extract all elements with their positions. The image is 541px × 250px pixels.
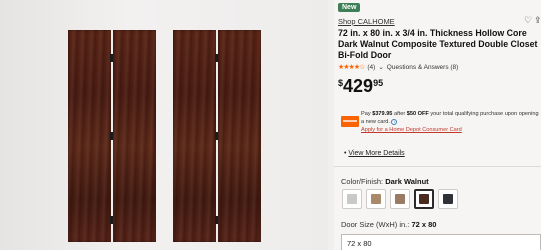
swatch-chip bbox=[395, 194, 405, 204]
chevron-down-icon[interactable]: ⌄ bbox=[378, 63, 383, 71]
color-finish-label: Color/Finish: Dark Walnut bbox=[341, 177, 429, 186]
product-image-gallery[interactable] bbox=[0, 0, 328, 250]
new-badge: New bbox=[338, 3, 361, 12]
color-selected-value: Dark Walnut bbox=[385, 177, 429, 186]
size-label-text: Door Size (WxH) in.: bbox=[341, 220, 412, 229]
price-dollars: 429 bbox=[343, 76, 374, 96]
credit-card-icon bbox=[341, 116, 359, 127]
product-info-panel: New Shop CALHOME ♡ ⇪ 72 in. x 80 in. x 3… bbox=[334, 0, 541, 250]
promo-mid: after bbox=[392, 111, 407, 117]
door-size-select[interactable]: 72 x 80 bbox=[341, 234, 541, 250]
color-swatches bbox=[342, 189, 458, 209]
swatch-option[interactable] bbox=[342, 189, 362, 209]
swatch-chip bbox=[443, 194, 453, 204]
rating-row: ★★★★☆ (4) ⌄ Questions & Answers (8) bbox=[338, 63, 459, 72]
size-selected-value: 72 x 80 bbox=[411, 220, 437, 229]
promo-prefix: Pay bbox=[361, 111, 373, 117]
swatch-chip bbox=[419, 194, 429, 204]
door-size-label: Door Size (WxH) in.: 72 x 80 bbox=[341, 220, 436, 229]
questions-answers-link[interactable]: Questions & Answers (8) bbox=[387, 64, 459, 71]
product-title: 72 in. x 80 in. x 3/4 in. Thickness Holl… bbox=[338, 28, 538, 60]
share-icon[interactable]: ⇪ bbox=[534, 15, 541, 26]
promo-discount: $50 OFF bbox=[406, 111, 429, 117]
price-cents: 95 bbox=[373, 78, 384, 88]
promo-price: $379.95 bbox=[372, 111, 393, 117]
card-promo-text: Pay $379.95 after $50 OFF your total qua… bbox=[361, 110, 541, 126]
product-price: $42995 bbox=[338, 76, 383, 97]
swatch-option-selected[interactable] bbox=[414, 189, 434, 209]
swatch-chip bbox=[347, 194, 357, 204]
color-label-text: Color/Finish: bbox=[341, 177, 386, 186]
info-icon[interactable]: i bbox=[391, 119, 398, 125]
star-rating[interactable]: ★★★★☆ bbox=[338, 63, 365, 71]
door-panel bbox=[218, 30, 261, 242]
view-more-details[interactable]: • View More Details bbox=[344, 150, 405, 157]
door-panel bbox=[68, 30, 114, 242]
swatch-option[interactable] bbox=[366, 189, 386, 209]
rating-count[interactable]: (4) bbox=[367, 64, 375, 71]
shop-brand-link[interactable]: Shop CALHOME bbox=[338, 17, 395, 26]
swatch-chip bbox=[371, 194, 381, 204]
section-divider bbox=[334, 166, 541, 167]
view-more-link[interactable]: View More Details bbox=[348, 150, 404, 157]
heart-icon[interactable]: ♡ bbox=[524, 15, 532, 26]
swatch-option[interactable] bbox=[390, 189, 410, 209]
door-panel bbox=[113, 30, 156, 242]
price-currency: $ bbox=[338, 78, 344, 88]
swatch-option[interactable] bbox=[438, 189, 458, 209]
door-image-right-pair bbox=[173, 30, 261, 242]
apply-card-link[interactable]: Apply for a Home Depot Consumer Card bbox=[361, 127, 462, 133]
door-image-left-pair bbox=[68, 30, 156, 242]
door-panel bbox=[173, 30, 219, 242]
